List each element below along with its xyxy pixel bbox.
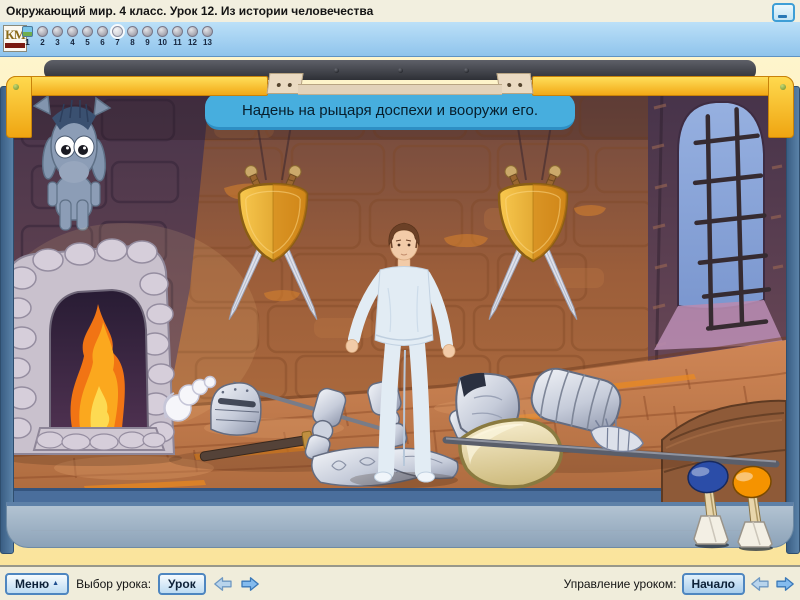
knight-hand-left [346,340,358,353]
page-number: 1 [25,39,29,47]
knight-hand-right [443,345,455,358]
page-number: 5 [85,39,89,47]
page-button-1[interactable]: 1 [20,26,35,47]
start-button-label: Начало [692,577,735,591]
menu-button-label: Меню [15,577,49,591]
page-buttons: 12345678910111213 [20,26,215,47]
page-number: 2 [40,39,44,47]
screw-icon [277,83,282,87]
bottom-bar: Меню ▲ Выбор урока: Урок Управление урок… [0,565,800,600]
lesson-select-label: Выбор урока: [76,577,151,591]
start-button[interactable]: Начало [682,573,745,595]
page-number: 12 [188,39,197,47]
lesson-button[interactable]: Урок [158,573,206,595]
page-button-9[interactable]: 9 [140,26,155,47]
page-thumbnail-icon [22,26,33,37]
page-dot-icon [67,26,78,37]
lesson-button-label: Урок [168,577,196,591]
castle-scene [14,88,786,504]
next-step-arrow-icon[interactable] [775,576,795,592]
frame-rail-left [0,86,14,554]
page-number: 4 [70,39,74,47]
page-dot-icon [97,26,108,37]
page-button-12[interactable]: 12 [185,26,200,47]
screw-icon [288,83,293,87]
page-number: 11 [173,39,181,47]
blue-lever-knob[interactable] [686,459,729,494]
main-area: Надень на рыцаря доспехи и вооружи его. [0,56,800,565]
page-dot-icon [52,26,63,37]
window-title: Окружающий мир. 4 класс. Урок 12. Из ист… [6,4,373,18]
page-number: 13 [203,39,212,47]
screw-icon [334,68,339,73]
menu-button[interactable]: Меню ▲ [5,573,69,595]
page-button-5[interactable]: 5 [80,26,95,47]
fireplace [14,239,182,466]
blue-lever[interactable] [686,459,729,548]
screw-icon [518,83,523,87]
screw-icon [464,68,469,73]
page-dot-icon [187,26,198,37]
prev-lesson-arrow-icon[interactable] [213,576,233,592]
screw-icon [780,84,786,90]
frame-plate-cap-right [497,73,534,94]
page-dot-icon [202,26,213,37]
frame-plate-strip [298,84,502,95]
page-dot-icon [37,26,48,37]
instruction-text: Надень на рыцаря доспехи и вооружи его. [242,102,538,119]
page-dot-icon [127,26,138,37]
page-button-8[interactable]: 8 [125,26,140,47]
page-button-13[interactable]: 13 [200,26,215,47]
page-number: 3 [55,39,59,47]
minimize-button[interactable] [772,3,795,22]
page-button-10[interactable]: 10 [155,26,170,47]
page-button-2[interactable]: 2 [35,26,50,47]
page-dot-icon [112,26,123,37]
title-bar: Окружающий мир. 4 класс. Урок 12. Из ист… [0,0,800,23]
console-seam [31,530,769,531]
page-number: 10 [158,39,167,47]
toolbar: КМ 12345678910111213 [0,22,800,57]
screw-icon [507,83,512,87]
page-button-4[interactable]: 4 [65,26,80,47]
next-lesson-arrow-icon[interactable] [240,576,260,592]
page-button-3[interactable]: 3 [50,26,65,47]
caret-up-icon: ▲ [52,580,59,587]
page-dot-icon [142,26,153,37]
page-dot-icon [82,26,93,37]
frame-gold-corner-left [6,76,32,138]
instruction-bubble: Надень на рыцаря доспехи и вооружи его. [205,93,575,130]
screw-icon [398,68,403,73]
screw-icon [13,84,19,90]
page-dot-icon [172,26,183,37]
minimize-icon [778,15,787,18]
frame-gold-strip-right [532,76,794,96]
frame-gold-strip-left [6,76,268,96]
page-number: 7 [115,39,119,47]
orange-lever[interactable] [731,465,773,551]
page-dot-icon [157,26,168,37]
orange-lever-knob[interactable] [731,465,772,500]
page-number: 9 [145,39,149,47]
page-button-11[interactable]: 11 [170,26,185,47]
page-number: 8 [130,39,134,47]
page-number: 6 [100,39,104,47]
prev-step-arrow-icon[interactable] [750,576,770,592]
page-button-7[interactable]: 7 [110,26,125,47]
lesson-control-label: Управление уроком: [564,577,677,591]
page-button-6[interactable]: 6 [95,26,110,47]
